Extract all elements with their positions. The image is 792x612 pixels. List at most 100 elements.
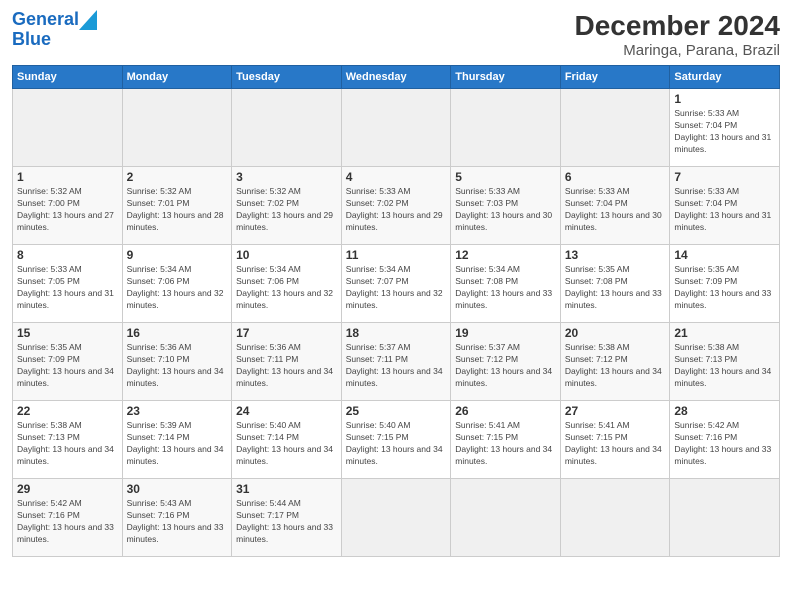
day-number: 15: [17, 326, 118, 340]
day-number: 10: [236, 248, 337, 262]
day-number: 13: [565, 248, 666, 262]
day-number: 12: [455, 248, 556, 262]
calendar-cell: [451, 479, 561, 557]
day-number: 6: [565, 170, 666, 184]
day-info: Sunrise: 5:33 AMSunset: 7:04 PMDaylight:…: [565, 186, 666, 234]
day-number: 14: [674, 248, 775, 262]
day-number: 28: [674, 404, 775, 418]
calendar-cell: 20 Sunrise: 5:38 AMSunset: 7:12 PMDaylig…: [560, 323, 670, 401]
calendar-container: General Blue December 2024 Maringa, Para…: [0, 0, 792, 567]
day-number: 19: [455, 326, 556, 340]
header-row-days: SundayMondayTuesdayWednesdayThursdayFrid…: [13, 66, 780, 89]
calendar-cell: [451, 89, 561, 167]
calendar-cell: 7 Sunrise: 5:33 AMSunset: 7:04 PMDayligh…: [670, 167, 780, 245]
day-info: Sunrise: 5:33 AMSunset: 7:04 PMDaylight:…: [674, 108, 775, 156]
day-info: Sunrise: 5:36 AMSunset: 7:11 PMDaylight:…: [236, 342, 337, 390]
day-info: Sunrise: 5:34 AMSunset: 7:07 PMDaylight:…: [346, 264, 447, 312]
day-info: Sunrise: 5:32 AMSunset: 7:00 PMDaylight:…: [17, 186, 118, 234]
week-row-1: 1 Sunrise: 5:32 AMSunset: 7:00 PMDayligh…: [13, 167, 780, 245]
calendar-cell: [122, 89, 232, 167]
day-number: 21: [674, 326, 775, 340]
day-info: Sunrise: 5:37 AMSunset: 7:11 PMDaylight:…: [346, 342, 447, 390]
day-number: 5: [455, 170, 556, 184]
calendar-cell: 9 Sunrise: 5:34 AMSunset: 7:06 PMDayligh…: [122, 245, 232, 323]
day-header-wednesday: Wednesday: [341, 66, 451, 89]
calendar-cell: 18 Sunrise: 5:37 AMSunset: 7:11 PMDaylig…: [341, 323, 451, 401]
day-number: 9: [127, 248, 228, 262]
day-number: 27: [565, 404, 666, 418]
calendar-cell: 5 Sunrise: 5:33 AMSunset: 7:03 PMDayligh…: [451, 167, 561, 245]
day-info: Sunrise: 5:42 AMSunset: 7:16 PMDaylight:…: [17, 498, 118, 546]
calendar-cell: 26 Sunrise: 5:41 AMSunset: 7:15 PMDaylig…: [451, 401, 561, 479]
calendar-cell: 6 Sunrise: 5:33 AMSunset: 7:04 PMDayligh…: [560, 167, 670, 245]
day-number: 29: [17, 482, 118, 496]
calendar-cell: 3 Sunrise: 5:32 AMSunset: 7:02 PMDayligh…: [232, 167, 342, 245]
day-info: Sunrise: 5:36 AMSunset: 7:10 PMDaylight:…: [127, 342, 228, 390]
calendar-cell: [560, 89, 670, 167]
day-info: Sunrise: 5:38 AMSunset: 7:13 PMDaylight:…: [17, 420, 118, 468]
title-block: December 2024 Maringa, Parana, Brazil: [575, 10, 780, 59]
day-info: Sunrise: 5:33 AMSunset: 7:02 PMDaylight:…: [346, 186, 447, 234]
day-number: 16: [127, 326, 228, 340]
calendar-cell: 17 Sunrise: 5:36 AMSunset: 7:11 PMDaylig…: [232, 323, 342, 401]
calendar-cell: 28 Sunrise: 5:42 AMSunset: 7:16 PMDaylig…: [670, 401, 780, 479]
calendar-cell: 14 Sunrise: 5:35 AMSunset: 7:09 PMDaylig…: [670, 245, 780, 323]
day-number: 22: [17, 404, 118, 418]
logo-text: General: [12, 10, 79, 30]
calendar-cell: 27 Sunrise: 5:41 AMSunset: 7:15 PMDaylig…: [560, 401, 670, 479]
day-number: 30: [127, 482, 228, 496]
calendar-cell: 22 Sunrise: 5:38 AMSunset: 7:13 PMDaylig…: [13, 401, 123, 479]
day-info: Sunrise: 5:34 AMSunset: 7:06 PMDaylight:…: [236, 264, 337, 312]
day-number: 3: [236, 170, 337, 184]
day-header-sunday: Sunday: [13, 66, 123, 89]
week-row-0: 1 Sunrise: 5:33 AMSunset: 7:04 PMDayligh…: [13, 89, 780, 167]
calendar-cell: 1 Sunrise: 5:32 AMSunset: 7:00 PMDayligh…: [13, 167, 123, 245]
day-info: Sunrise: 5:41 AMSunset: 7:15 PMDaylight:…: [565, 420, 666, 468]
day-info: Sunrise: 5:33 AMSunset: 7:03 PMDaylight:…: [455, 186, 556, 234]
day-number: 1: [17, 170, 118, 184]
header-row: General Blue December 2024 Maringa, Para…: [12, 10, 780, 59]
day-header-saturday: Saturday: [670, 66, 780, 89]
week-row-5: 29 Sunrise: 5:42 AMSunset: 7:16 PMDaylig…: [13, 479, 780, 557]
calendar-cell: [670, 479, 780, 557]
day-number: 26: [455, 404, 556, 418]
day-info: Sunrise: 5:38 AMSunset: 7:13 PMDaylight:…: [674, 342, 775, 390]
day-number: 20: [565, 326, 666, 340]
month-title: December 2024: [575, 10, 780, 42]
day-number: 7: [674, 170, 775, 184]
calendar-cell: 2 Sunrise: 5:32 AMSunset: 7:01 PMDayligh…: [122, 167, 232, 245]
day-info: Sunrise: 5:40 AMSunset: 7:15 PMDaylight:…: [346, 420, 447, 468]
calendar-table: SundayMondayTuesdayWednesdayThursdayFrid…: [12, 65, 780, 557]
day-number: 23: [127, 404, 228, 418]
day-info: Sunrise: 5:42 AMSunset: 7:16 PMDaylight:…: [674, 420, 775, 468]
calendar-cell: [341, 89, 451, 167]
calendar-cell: 24 Sunrise: 5:40 AMSunset: 7:14 PMDaylig…: [232, 401, 342, 479]
day-number: 11: [346, 248, 447, 262]
calendar-cell: 4 Sunrise: 5:33 AMSunset: 7:02 PMDayligh…: [341, 167, 451, 245]
week-row-3: 15 Sunrise: 5:35 AMSunset: 7:09 PMDaylig…: [13, 323, 780, 401]
calendar-cell: 16 Sunrise: 5:36 AMSunset: 7:10 PMDaylig…: [122, 323, 232, 401]
calendar-cell: 21 Sunrise: 5:38 AMSunset: 7:13 PMDaylig…: [670, 323, 780, 401]
logo-icon: [79, 10, 97, 30]
day-info: Sunrise: 5:43 AMSunset: 7:16 PMDaylight:…: [127, 498, 228, 546]
calendar-cell: 1 Sunrise: 5:33 AMSunset: 7:04 PMDayligh…: [670, 89, 780, 167]
day-info: Sunrise: 5:34 AMSunset: 7:06 PMDaylight:…: [127, 264, 228, 312]
calendar-cell: 12 Sunrise: 5:34 AMSunset: 7:08 PMDaylig…: [451, 245, 561, 323]
calendar-cell: [560, 479, 670, 557]
day-info: Sunrise: 5:40 AMSunset: 7:14 PMDaylight:…: [236, 420, 337, 468]
calendar-cell: 15 Sunrise: 5:35 AMSunset: 7:09 PMDaylig…: [13, 323, 123, 401]
day-info: Sunrise: 5:44 AMSunset: 7:17 PMDaylight:…: [236, 498, 337, 546]
day-info: Sunrise: 5:34 AMSunset: 7:08 PMDaylight:…: [455, 264, 556, 312]
calendar-cell: 29 Sunrise: 5:42 AMSunset: 7:16 PMDaylig…: [13, 479, 123, 557]
day-info: Sunrise: 5:41 AMSunset: 7:15 PMDaylight:…: [455, 420, 556, 468]
day-header-tuesday: Tuesday: [232, 66, 342, 89]
calendar-cell: 31 Sunrise: 5:44 AMSunset: 7:17 PMDaylig…: [232, 479, 342, 557]
day-info: Sunrise: 5:32 AMSunset: 7:01 PMDaylight:…: [127, 186, 228, 234]
day-info: Sunrise: 5:39 AMSunset: 7:14 PMDaylight:…: [127, 420, 228, 468]
calendar-cell: 25 Sunrise: 5:40 AMSunset: 7:15 PMDaylig…: [341, 401, 451, 479]
calendar-cell: 8 Sunrise: 5:33 AMSunset: 7:05 PMDayligh…: [13, 245, 123, 323]
logo: General Blue: [12, 10, 97, 50]
day-number: 24: [236, 404, 337, 418]
day-info: Sunrise: 5:32 AMSunset: 7:02 PMDaylight:…: [236, 186, 337, 234]
day-info: Sunrise: 5:33 AMSunset: 7:04 PMDaylight:…: [674, 186, 775, 234]
